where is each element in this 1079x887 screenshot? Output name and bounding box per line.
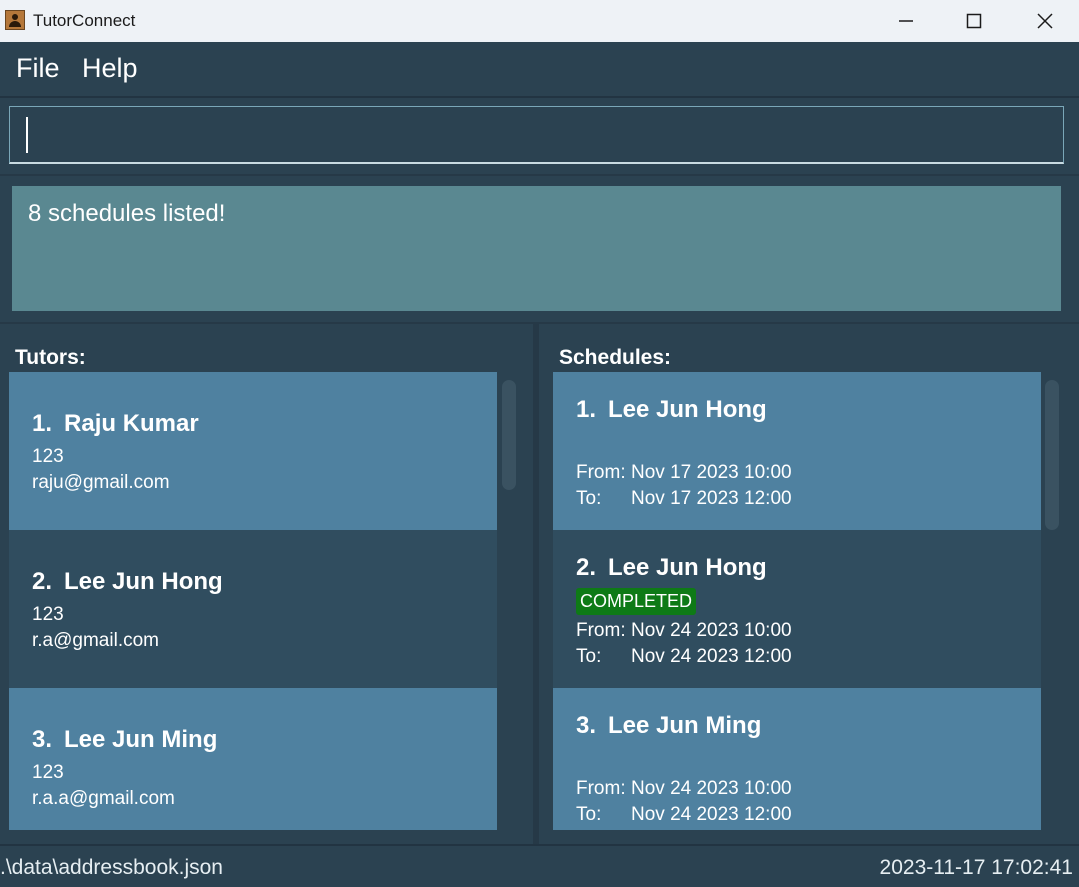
- title-bar: TutorConnect: [0, 0, 1079, 42]
- schedule-list[interactable]: 1. Lee Jun Hong From: Nov 17 2023 10:00 To…: [553, 372, 1041, 830]
- save-file-path: .\data\addressbook.json: [0, 856, 223, 879]
- schedule-from: From: Nov 24 2023 10:00: [576, 778, 792, 800]
- tutor-card-title: 2. Lee Jun Hong: [32, 568, 223, 596]
- tutor-card[interactable]: 3. Lee Jun Ming 123 r.a.a@gmail.com: [9, 688, 497, 830]
- tutor-name: Raju Kumar: [64, 410, 199, 437]
- from-value: Nov 24 2023 10:00: [631, 620, 792, 641]
- text-caret: [26, 117, 28, 153]
- to-label: To:: [576, 804, 602, 825]
- schedule-card[interactable]: 2. Lee Jun Hong COMPLETED From: Nov 24 202…: [553, 530, 1041, 688]
- to-value: Nov 24 2023 12:00: [631, 804, 792, 825]
- schedule-card-title: 2. Lee Jun Hong: [576, 554, 767, 582]
- tutor-index: 2.: [32, 568, 53, 595]
- from-value: Nov 24 2023 10:00: [631, 778, 792, 799]
- tutor-index: 3.: [32, 726, 53, 753]
- tutor-email: r.a.a@gmail.com: [32, 788, 175, 809]
- window-title: TutorConnect: [33, 11, 136, 30]
- schedule-index: 2.: [576, 554, 597, 581]
- tutor-card-title: 3. Lee Jun Ming: [32, 726, 217, 754]
- tutor-panel-title: Tutors:: [15, 346, 86, 369]
- schedule-from: From: Nov 24 2023 10:00: [576, 620, 792, 642]
- maximize-button[interactable]: [939, 0, 1009, 42]
- schedule-from: From: Nov 17 2023 10:00: [576, 462, 792, 484]
- command-box: [0, 96, 1079, 174]
- schedule-to: To: Nov 24 2023 12:00: [576, 646, 792, 668]
- from-value: Nov 17 2023 10:00: [631, 462, 792, 483]
- tutor-panel: Tutors: 1. Raju Kumar 123 raju@gmail.com …: [0, 324, 533, 844]
- from-label: From:: [576, 778, 626, 799]
- tutor-phone: 123: [32, 446, 64, 467]
- schedule-panel-title: Schedules:: [559, 346, 672, 369]
- result-display-area: 8 schedules listed!: [0, 176, 1079, 322]
- close-button[interactable]: [1010, 0, 1079, 42]
- minimize-icon: [899, 20, 913, 22]
- tutor-email: raju@gmail.com: [32, 472, 170, 493]
- tutor-index: 1.: [32, 410, 53, 437]
- to-value: Nov 24 2023 12:00: [631, 646, 792, 667]
- schedule-card[interactable]: 3. Lee Jun Ming From: Nov 24 2023 10:00 To…: [553, 688, 1041, 830]
- tutor-phone: 123: [32, 604, 64, 625]
- menu-file[interactable]: File: [16, 53, 60, 84]
- schedule-index: 1.: [576, 396, 597, 423]
- tutor-list-scrollbar[interactable]: [502, 380, 516, 490]
- tutor-name: Lee Jun Ming: [64, 726, 218, 753]
- tutor-card[interactable]: 1. Raju Kumar 123 raju@gmail.com: [9, 372, 497, 530]
- last-updated-time: 2023-11-17 17:02:41: [879, 856, 1073, 879]
- to-value: Nov 17 2023 12:00: [631, 488, 792, 509]
- minimize-button[interactable]: [871, 0, 941, 42]
- to-label: To:: [576, 488, 602, 509]
- tutor-list[interactable]: 1. Raju Kumar 123 raju@gmail.com 2. Lee Ju…: [9, 372, 497, 830]
- to-label: To:: [576, 646, 602, 667]
- tutor-name: Lee Jun Hong: [64, 568, 223, 595]
- status-badge: COMPLETED: [576, 588, 697, 615]
- schedule-tutor-name: Lee Jun Hong: [608, 396, 767, 423]
- menu-help[interactable]: Help: [82, 53, 138, 84]
- command-input[interactable]: [9, 106, 1064, 164]
- maximize-icon: [966, 13, 982, 29]
- app-icon: [5, 10, 25, 30]
- tutor-phone: 123: [32, 762, 64, 783]
- tutor-email: r.a@gmail.com: [32, 630, 159, 651]
- list-panels: Tutors: 1. Raju Kumar 123 raju@gmail.com …: [0, 322, 1079, 844]
- from-label: From:: [576, 462, 626, 483]
- schedule-to: To: Nov 24 2023 12:00: [576, 804, 792, 826]
- schedule-index: 3.: [576, 712, 597, 739]
- schedule-card[interactable]: 1. Lee Jun Hong From: Nov 17 2023 10:00 To…: [553, 372, 1041, 530]
- from-label: From:: [576, 620, 626, 641]
- schedule-tutor-name: Lee Jun Ming: [608, 712, 762, 739]
- status-bar: .\data\addressbook.json 2023-11-17 17:02…: [0, 844, 1079, 887]
- schedule-panel: Schedules: 1. Lee Jun Hong From: Nov 17 20…: [539, 324, 1079, 844]
- close-icon: [1037, 13, 1053, 29]
- schedule-card-title: 3. Lee Jun Ming: [576, 712, 761, 740]
- result-display: 8 schedules listed!: [12, 186, 1061, 311]
- tutor-card-title: 1. Raju Kumar: [32, 410, 199, 438]
- menu-bar: File Help: [0, 42, 1079, 96]
- schedule-card-title: 1. Lee Jun Hong: [576, 396, 767, 424]
- schedule-list-scrollbar[interactable]: [1045, 380, 1059, 530]
- schedule-tutor-name: Lee Jun Hong: [608, 554, 767, 581]
- schedule-to: To: Nov 17 2023 12:00: [576, 488, 792, 510]
- tutor-card[interactable]: 2. Lee Jun Hong 123 r.a@gmail.com: [9, 530, 497, 688]
